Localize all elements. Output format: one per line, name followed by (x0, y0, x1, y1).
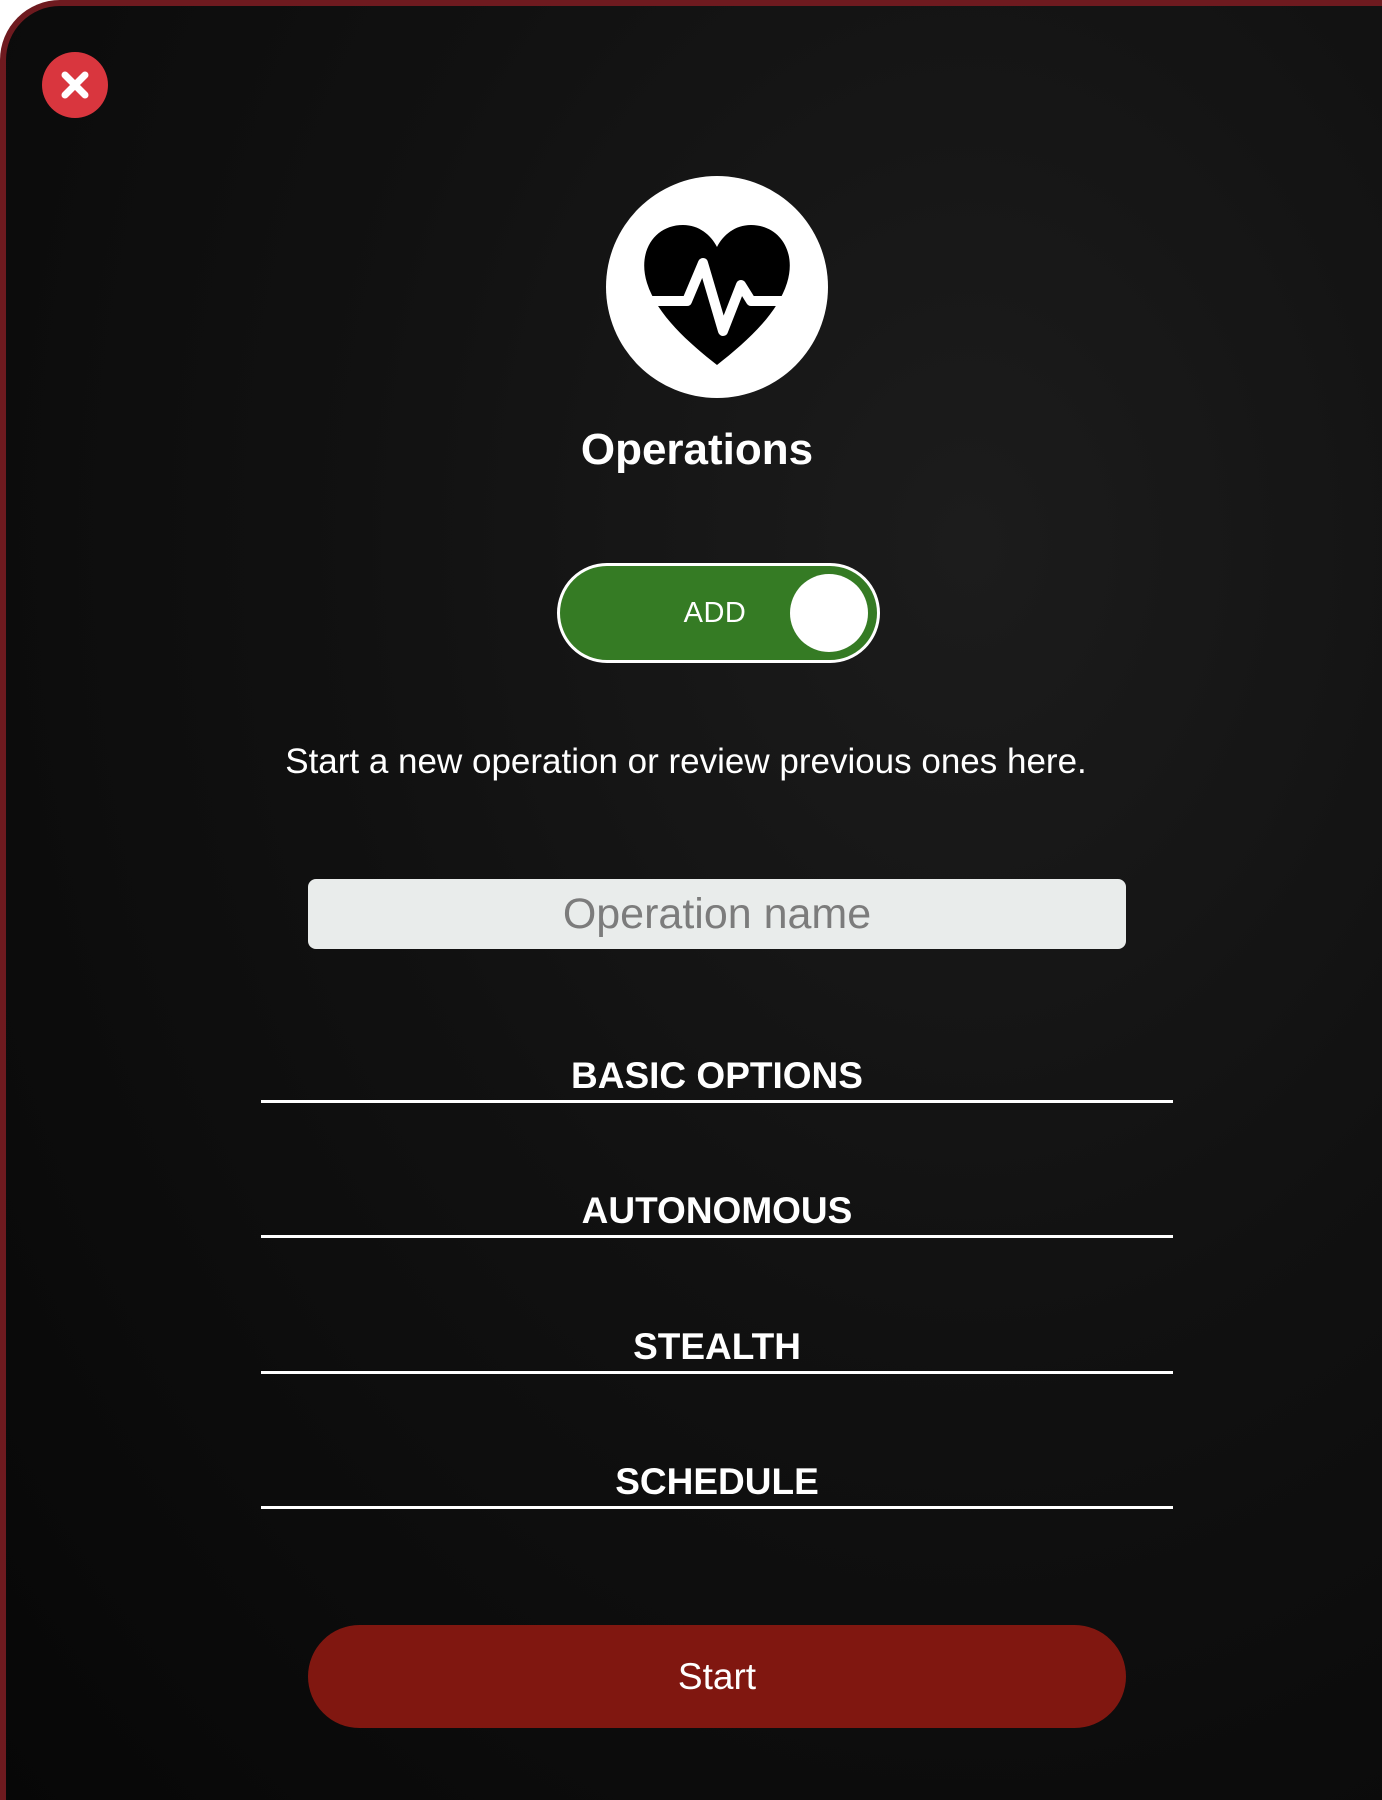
section-stealth[interactable]: STEALTH (261, 1313, 1173, 1374)
close-button[interactable] (42, 52, 108, 118)
toggle-knob[interactable] (790, 574, 868, 652)
start-button[interactable]: Start (308, 1625, 1126, 1728)
description-text: Start a new operation or review previous… (285, 742, 1087, 781)
heart-pulse-icon (642, 225, 794, 365)
page-title: Operations (580, 425, 814, 474)
section-label: SCHEDULE (615, 1461, 819, 1502)
section-label: STEALTH (633, 1326, 801, 1367)
section-label: AUTONOMOUS (581, 1190, 853, 1231)
close-icon (61, 71, 89, 99)
operation-name-input[interactable] (308, 879, 1126, 949)
operations-logo (606, 176, 828, 398)
section-schedule[interactable]: SCHEDULE (261, 1448, 1173, 1509)
section-label: BASIC OPTIONS (571, 1055, 863, 1096)
section-autonomous[interactable]: AUTONOMOUS (261, 1177, 1173, 1238)
operations-panel: Operations ADD Start a new operation or … (0, 0, 1382, 1800)
section-basic-options[interactable]: BASIC OPTIONS (261, 1042, 1173, 1103)
add-mode-toggle[interactable]: ADD (557, 563, 880, 663)
